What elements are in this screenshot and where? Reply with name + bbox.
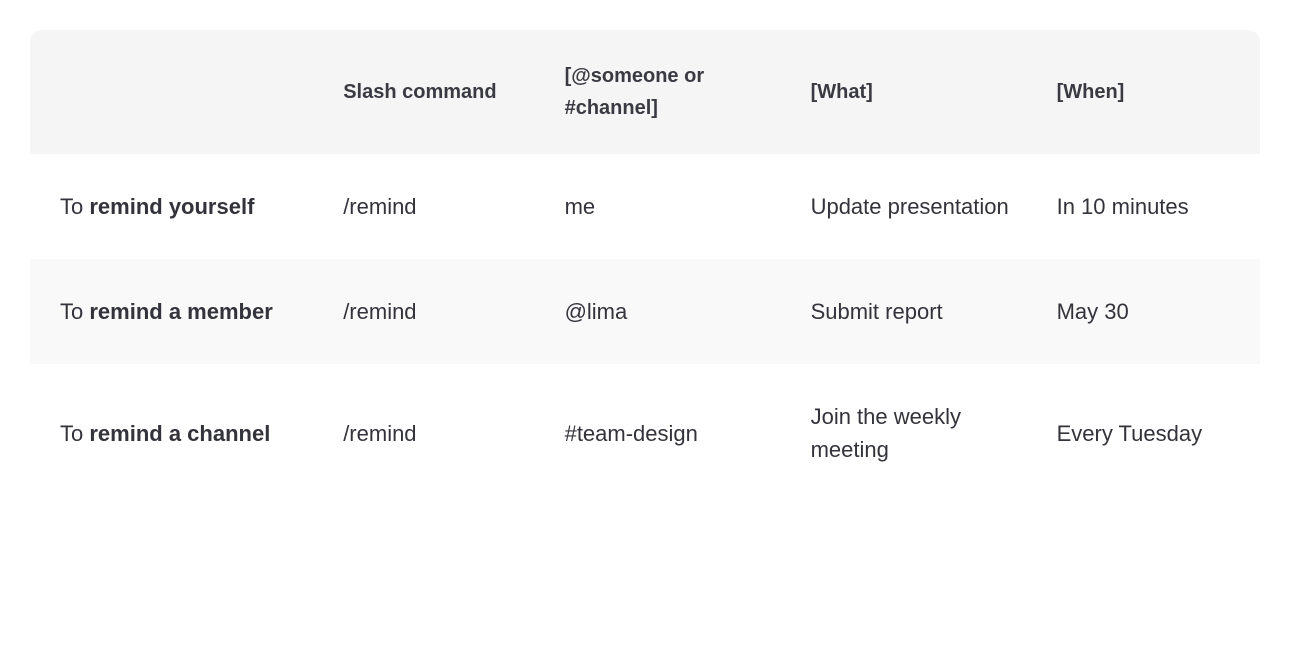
desc-prefix: To [60,421,89,446]
desc-bold: remind a member [89,299,272,324]
cell-target: me [547,154,793,259]
cell-command: /remind [325,154,546,259]
cell-what: Join the weekly meeting [793,364,1039,502]
cell-what: Submit report [793,259,1039,364]
desc-bold: remind a channel [89,421,270,446]
cell-target: @lima [547,259,793,364]
header-what: [What] [793,30,1039,154]
cell-description: To remind a channel [30,364,325,502]
desc-prefix: To [60,299,89,324]
header-empty [30,30,325,154]
cell-command: /remind [325,259,546,364]
header-when: [When] [1039,30,1260,154]
cell-description: To remind yourself [30,154,325,259]
cell-command: /remind [325,364,546,502]
cell-when: In 10 minutes [1039,154,1260,259]
desc-prefix: To [60,194,89,219]
remind-examples-table: Slash command [@someone or #channel] [Wh… [30,30,1260,502]
table-header-row: Slash command [@someone or #channel] [Wh… [30,30,1260,154]
cell-target: #team-design [547,364,793,502]
desc-bold: remind yourself [89,194,254,219]
cell-when: Every Tuesday [1039,364,1260,502]
cell-description: To remind a member [30,259,325,364]
header-target: [@someone or #channel] [547,30,793,154]
table-row: To remind yourself /remind me Update pre… [30,154,1260,259]
header-slash-command: Slash command [325,30,546,154]
table-row: To remind a channel /remind #team-design… [30,364,1260,502]
table-row: To remind a member /remind @lima Submit … [30,259,1260,364]
cell-when: May 30 [1039,259,1260,364]
cell-what: Update presentation [793,154,1039,259]
